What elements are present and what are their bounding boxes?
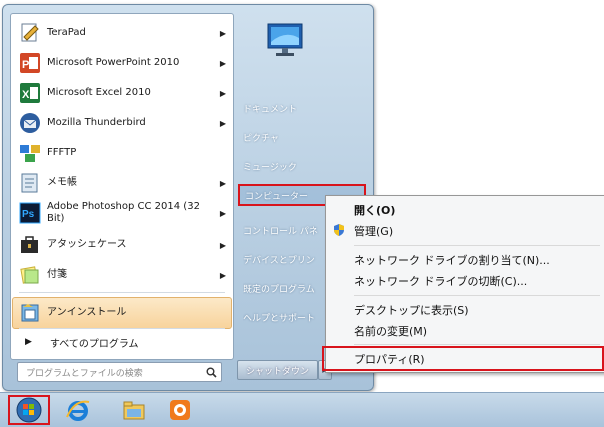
program-sticky-notes[interactable]: 付箋 ▶ [13,260,231,290]
submenu-arrow-icon: ▶ [219,88,227,98]
taskbar [0,392,604,427]
uac-shield-icon [334,224,344,236]
menu-item-rename[interactable]: 名前の変更(M) [354,321,427,341]
programs-pane: TeraPad ▶ P Microsoft PowerPoint 2010 ▶ … [10,13,234,360]
right-item-default-programs[interactable]: 既定のプログラム [243,278,325,298]
all-programs-button[interactable]: ▶ すべてのプログラム [13,330,231,354]
menu-divider [354,344,600,345]
powerpoint-icon: P [18,51,42,75]
program-terapad[interactable]: TeraPad ▶ [13,18,231,48]
terapad-icon [18,21,42,45]
media-player-icon[interactable] [166,396,194,424]
attache-case-icon [18,233,42,257]
menu-divider [354,295,600,296]
program-ffftp[interactable]: FFFTP [13,138,231,168]
ffftp-icon [18,141,42,165]
right-item-control-panel[interactable]: コントロール パネ [243,220,325,240]
program-attache-case[interactable]: アタッシェケース ▶ [13,230,231,260]
right-item-documents[interactable]: ドキュメント [243,98,297,118]
program-uninstall[interactable]: アンインストール [12,297,232,329]
properties-highlight-box [322,346,604,371]
triangle-right-icon: ▶ [25,337,32,347]
submenu-arrow-icon: ▶ [219,270,227,280]
sticky-notes-icon [18,263,42,287]
program-thunderbird[interactable]: Mozilla Thunderbird ▶ [13,108,231,138]
submenu-arrow-icon: ▶ [219,28,227,38]
menu-item-open[interactable]: 開く(O) [354,200,395,220]
menu-item-manage[interactable]: 管理(G) [354,221,393,241]
divider [19,328,225,329]
program-notepad[interactable]: メモ帳 ▶ [13,168,231,198]
submenu-arrow-icon: ▶ [219,178,227,188]
menu-item-show-on-desktop[interactable]: デスクトップに表示(S) [354,300,469,320]
search-icon[interactable] [201,367,221,378]
submenu-arrow-icon: ▶ [219,58,227,68]
svg-text:X: X [22,89,30,101]
svg-text:Ps: Ps [22,209,35,220]
submenu-arrow-icon: ▶ [219,118,227,128]
notepad-icon [18,171,42,195]
excel-icon: X [18,81,42,105]
program-excel[interactable]: X Microsoft Excel 2010 ▶ [13,78,231,108]
search-input[interactable]: プログラムとファイルの検索 [17,362,222,382]
svg-text:P: P [22,59,29,71]
menu-divider [354,245,600,246]
program-powerpoint[interactable]: P Microsoft PowerPoint 2010 ▶ [13,48,231,78]
submenu-arrow-icon: ▶ [219,240,227,250]
menu-item-disconnect-network-drive[interactable]: ネットワーク ドライブの切断(C)... [354,271,527,291]
internet-explorer-icon[interactable] [64,396,92,424]
photoshop-icon: Ps [18,201,42,225]
start-button-highlight-box [8,395,50,425]
right-item-help-support[interactable]: ヘルプとサポート [243,307,325,327]
shutdown-button[interactable]: シャットダウン [237,360,318,380]
file-explorer-icon[interactable] [120,396,148,424]
right-item-pictures[interactable]: ピクチャ [243,127,279,147]
user-picture-icon[interactable] [262,14,310,62]
program-photoshop[interactable]: Ps Adobe Photoshop CC 2014 (32 Bit) ▶ [13,198,231,228]
submenu-arrow-icon: ▶ [219,208,227,218]
divider [19,292,225,293]
right-item-music[interactable]: ミュージック [243,156,297,176]
uninstall-icon [18,301,42,325]
thunderbird-icon [18,111,42,135]
right-item-devices-printers[interactable]: デバイスとプリン [243,249,325,269]
right-item-computer[interactable]: コンピューター [245,185,308,205]
menu-item-map-network-drive[interactable]: ネットワーク ドライブの割り当て(N)... [354,250,550,270]
